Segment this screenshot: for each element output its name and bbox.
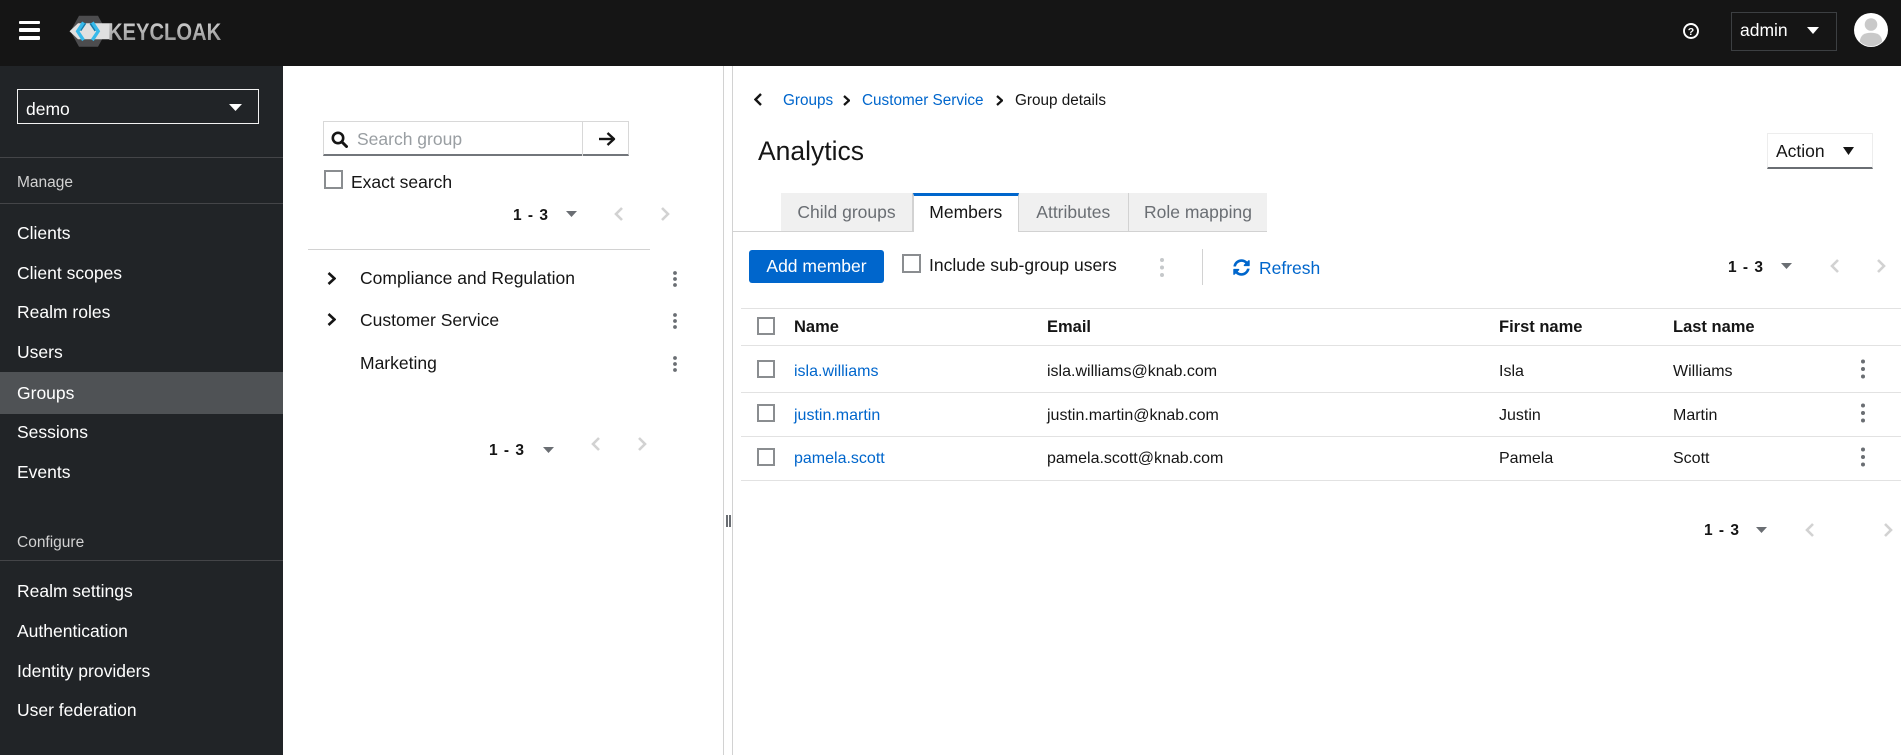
svg-text:?: ? xyxy=(1688,25,1694,37)
